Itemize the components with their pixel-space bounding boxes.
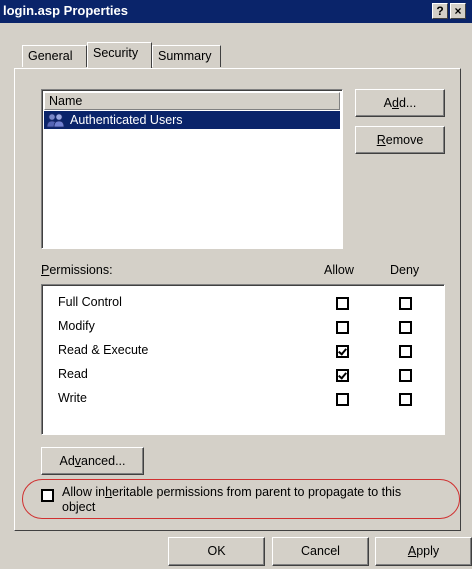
permission-name: Read & Execute: [58, 343, 149, 357]
deny-checkbox[interactable]: [399, 369, 412, 382]
tab-summary[interactable]: Summary: [152, 45, 221, 67]
title-bar[interactable]: login.asp Properties ? ×: [0, 0, 472, 23]
permission-name: Full Control: [58, 295, 122, 309]
close-button[interactable]: ×: [450, 3, 466, 19]
tab-security[interactable]: Security: [87, 42, 152, 68]
ok-button[interactable]: OK: [168, 537, 265, 566]
user-name: Authenticated Users: [70, 113, 183, 127]
deny-header: Deny: [390, 263, 420, 277]
users-group-icon: [46, 112, 68, 128]
deny-checkbox[interactable]: [399, 393, 412, 406]
cancel-button[interactable]: Cancel: [272, 537, 369, 566]
allow-checkbox[interactable]: [336, 369, 349, 382]
tab-general[interactable]: General: [22, 45, 87, 67]
remove-button[interactable]: Remove: [355, 126, 445, 154]
users-list[interactable]: Name Authenticated Users: [41, 89, 343, 249]
permissions-label: Permissions:: [41, 263, 113, 277]
permission-name: Write: [58, 391, 87, 405]
inherit-checkbox[interactable]: [41, 489, 54, 502]
permission-name: Modify: [58, 319, 95, 333]
deny-checkbox[interactable]: [399, 297, 412, 310]
allow-checkbox[interactable]: [336, 393, 349, 406]
apply-button[interactable]: Apply: [375, 537, 472, 566]
deny-checkbox[interactable]: [399, 345, 412, 358]
list-item-authenticated-users[interactable]: Authenticated Users: [44, 111, 340, 129]
help-button[interactable]: ?: [432, 3, 448, 19]
allow-checkbox[interactable]: [336, 321, 349, 334]
window-title: login.asp Properties: [3, 3, 128, 18]
deny-checkbox[interactable]: [399, 321, 412, 334]
add-button[interactable]: Add...: [355, 89, 445, 117]
inherit-label[interactable]: Allow inheritable permissions from paren…: [62, 485, 401, 515]
permissions-list: Full Control Modify Read & Execute Read Writ…: [41, 284, 445, 435]
allow-checkbox[interactable]: [336, 345, 349, 358]
advanced-button[interactable]: Advanced...: [41, 447, 144, 475]
properties-dialog: login.asp Properties ? × General Securit…: [0, 0, 472, 569]
permission-name: Read: [58, 367, 88, 381]
allow-header: Allow: [324, 263, 354, 277]
allow-checkbox[interactable]: [336, 297, 349, 310]
name-column-header[interactable]: Name: [44, 92, 340, 110]
